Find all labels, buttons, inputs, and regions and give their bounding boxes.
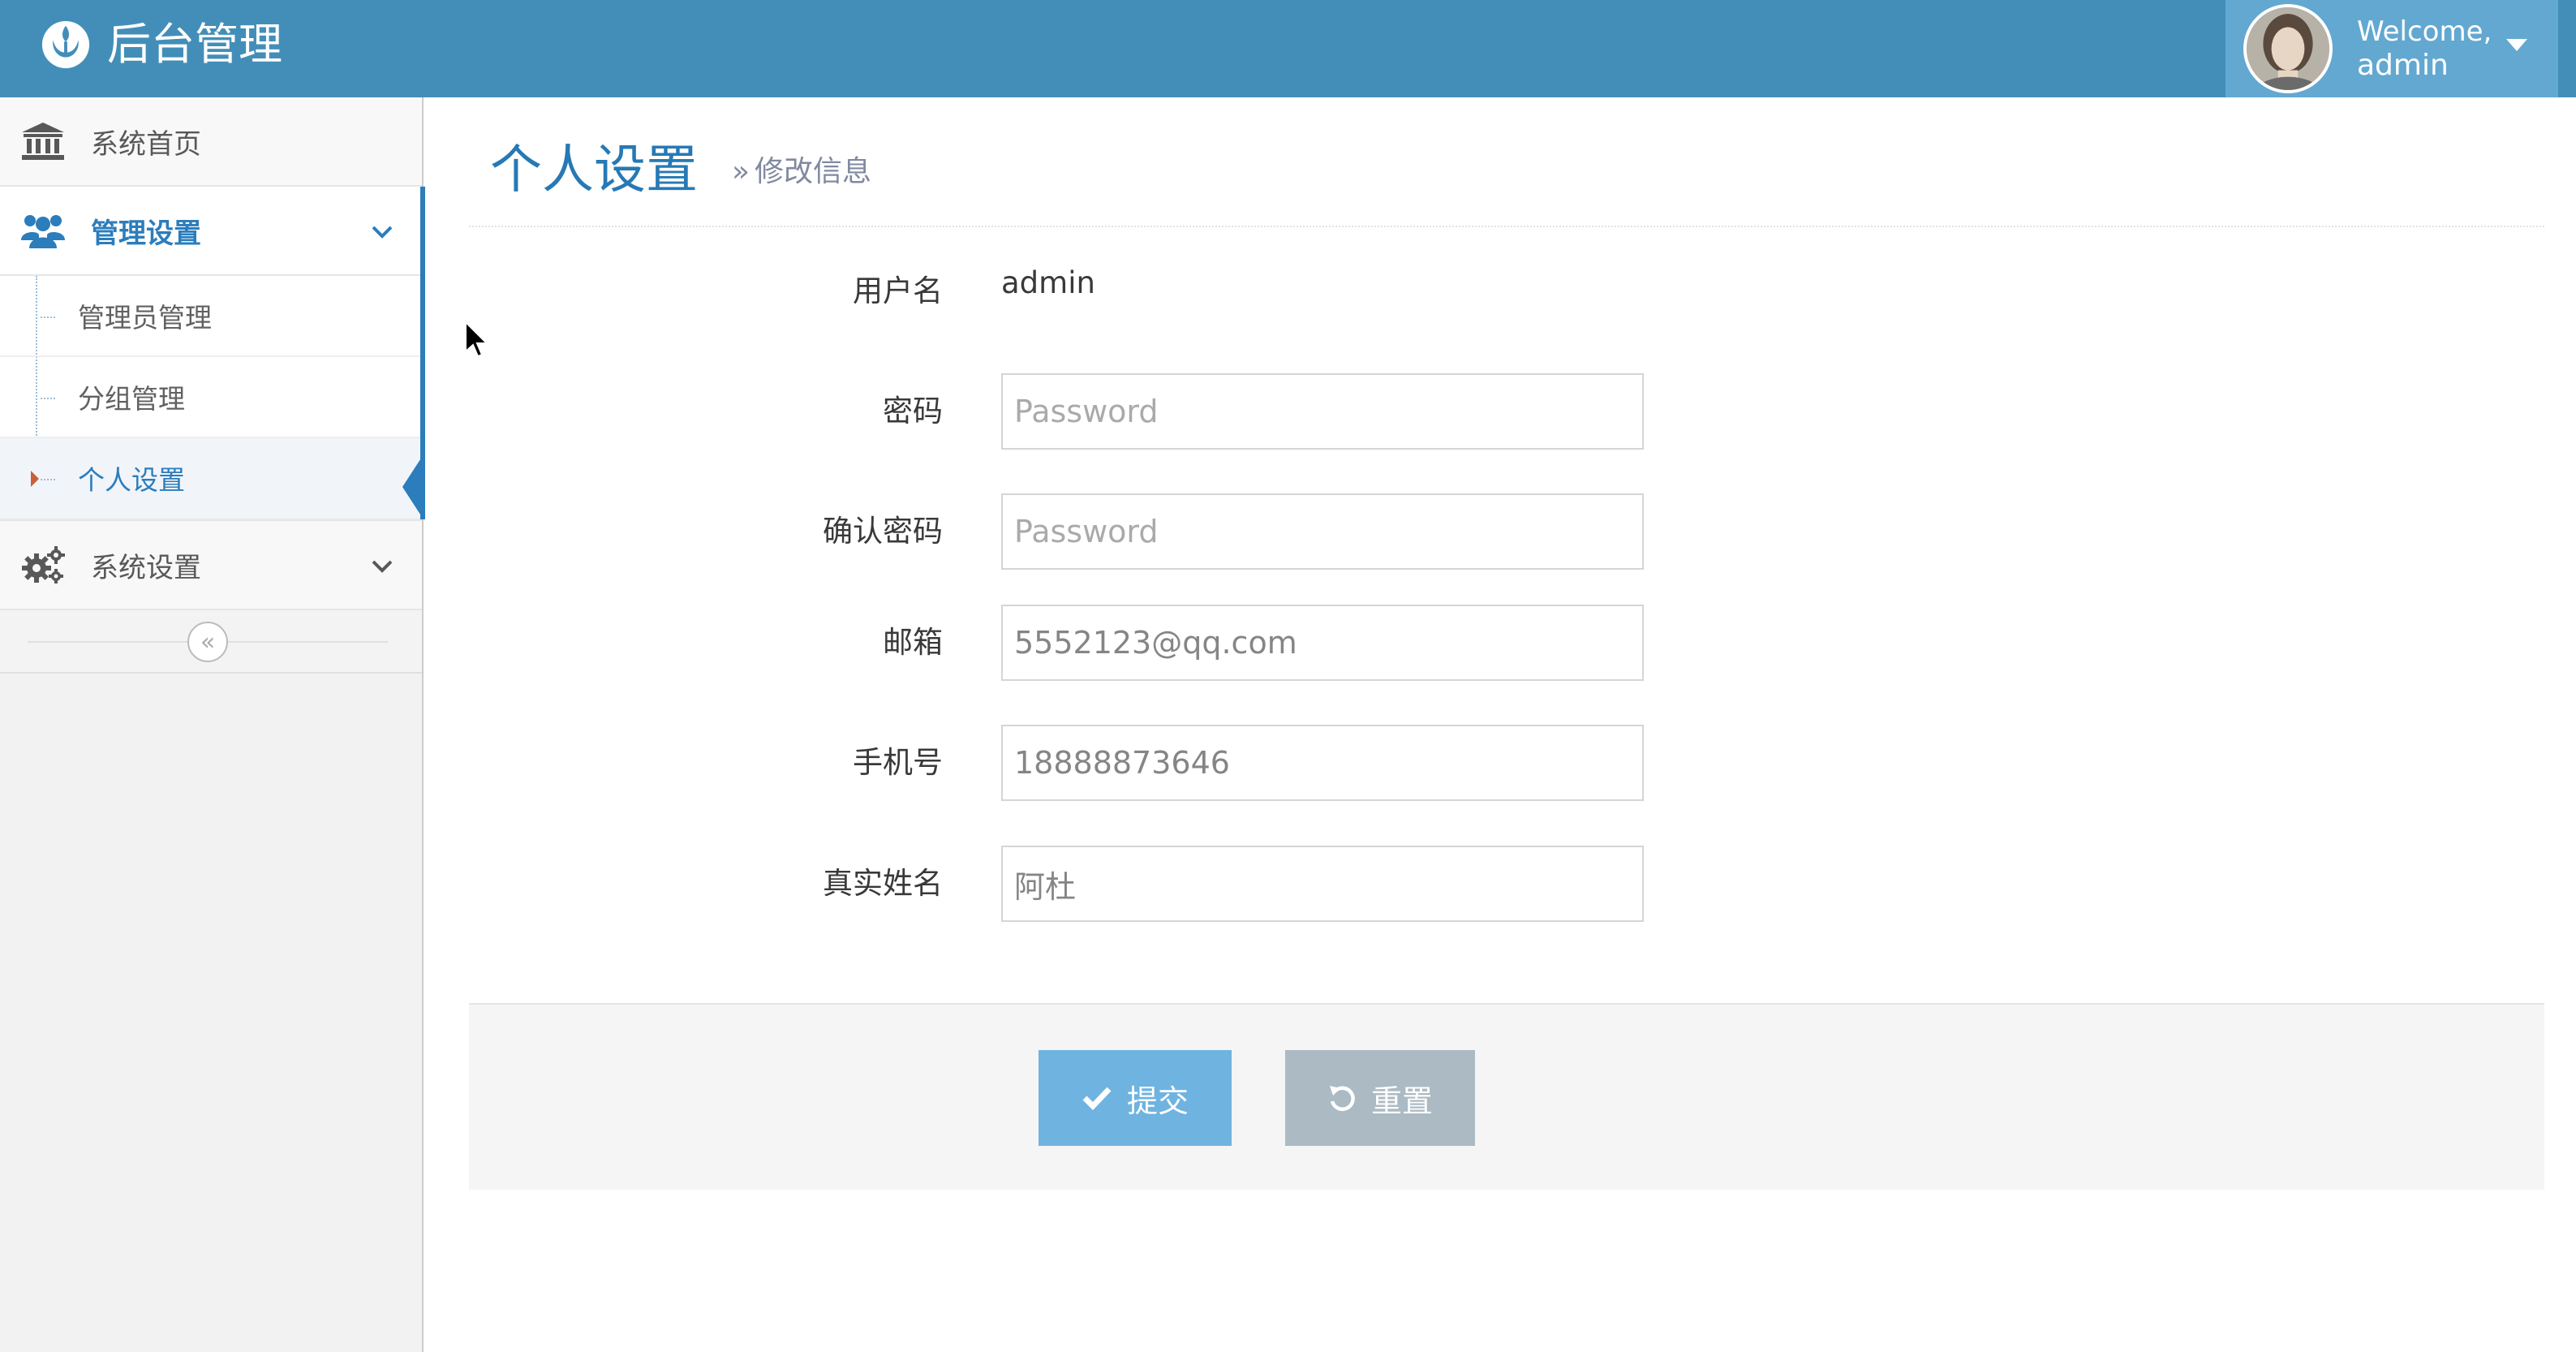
sidebar-item-label: 系统首页 (91, 127, 201, 161)
avatar (2243, 4, 2333, 93)
double-angle-left-icon: « (200, 627, 216, 657)
form-actions: 提交 重置 (469, 1003, 2544, 1190)
realname-field[interactable] (1001, 846, 1644, 922)
welcome-label: Welcome, (2357, 15, 2492, 48)
sidebar-item-group-management[interactable]: 分组管理 (0, 357, 422, 438)
brand-title: 后台管理 (107, 19, 282, 70)
double-angle-right-icon: » (732, 155, 750, 188)
page-header: 个人设置 » 修改信息 (469, 97, 2544, 227)
email-row: 邮箱 (469, 605, 2544, 681)
page-subtitle-text: 修改信息 (755, 155, 872, 188)
sidebar-subitem-label: 分组管理 (78, 383, 185, 415)
page-subtitle: » 修改信息 (732, 148, 871, 190)
page-title: 个人设置 (490, 140, 698, 200)
undo-icon (1327, 1083, 1357, 1113)
sidebar-item-home[interactable]: 系统首页 (0, 97, 422, 187)
email-field[interactable] (1001, 605, 1644, 681)
users-icon (19, 210, 67, 251)
top-navbar: 后台管理 Welcome, admin (0, 0, 2576, 97)
sidebar-item-label: 管理设置 (91, 217, 201, 250)
username-label: 用户名 (853, 273, 943, 308)
phone-field[interactable] (1001, 725, 1644, 801)
realname-label: 真实姓名 (823, 866, 943, 901)
brand[interactable]: 后台管理 (41, 0, 282, 89)
sidebar-item-system-settings[interactable]: 系统设置 (0, 521, 422, 610)
submit-label: 提交 (1126, 1084, 1189, 1119)
email-label: 邮箱 (883, 625, 943, 660)
sidebar: 系统首页 管理设置 管理员管理 分组管理 个人设置 系统设置 « (0, 97, 425, 1352)
realname-row: 真实姓名 (469, 846, 2544, 922)
sidebar-collapse-button[interactable]: « (187, 622, 228, 662)
welcome-text: Welcome, admin (2357, 15, 2492, 83)
phone-row: 手机号 (469, 725, 2544, 801)
phone-label: 手机号 (853, 745, 943, 780)
sidebar-subitem-label: 管理员管理 (78, 302, 212, 334)
bank-icon (19, 121, 67, 161)
active-rail (420, 276, 425, 519)
chevron-down-icon (372, 560, 393, 573)
username-row: 用户名 admin (469, 256, 2544, 333)
password-row: 密码 (469, 373, 2544, 450)
username-label: admin (2357, 49, 2449, 82)
admin-settings-submenu: 管理员管理 分组管理 个人设置 (0, 276, 425, 521)
check-icon (1082, 1085, 1112, 1111)
sidebar-item-personal-settings[interactable]: 个人设置 (0, 438, 424, 519)
cogs-icon (19, 545, 67, 585)
username-value: admin (1001, 265, 1095, 300)
sidebar-item-admin-settings[interactable]: 管理设置 (0, 187, 425, 276)
caret-right-icon (31, 471, 39, 487)
password-field[interactable] (1001, 373, 1644, 450)
caret-down-icon[interactable] (2506, 39, 2527, 51)
rebel-logo-icon (41, 20, 90, 69)
sidebar-item-label: 系统设置 (91, 551, 201, 584)
submit-button[interactable]: 提交 (1039, 1050, 1232, 1146)
confirm-password-row: 确认密码 (469, 493, 2544, 570)
sidebar-item-admin-management[interactable]: 管理员管理 (0, 276, 422, 357)
chevron-down-icon (372, 226, 393, 239)
confirm-password-field[interactable] (1001, 493, 1644, 570)
user-menu[interactable]: Welcome, admin (2226, 0, 2558, 97)
sidebar-subitem-label: 个人设置 (78, 464, 185, 496)
reset-button[interactable]: 重置 (1285, 1050, 1475, 1146)
user-avatar-icon (2247, 7, 2329, 90)
sidebar-collapse-row: « (0, 610, 422, 674)
confirm-password-label: 确认密码 (823, 514, 943, 549)
mouse-pointer-icon (465, 321, 488, 358)
reset-label: 重置 (1370, 1084, 1433, 1119)
password-label: 密码 (883, 394, 943, 428)
